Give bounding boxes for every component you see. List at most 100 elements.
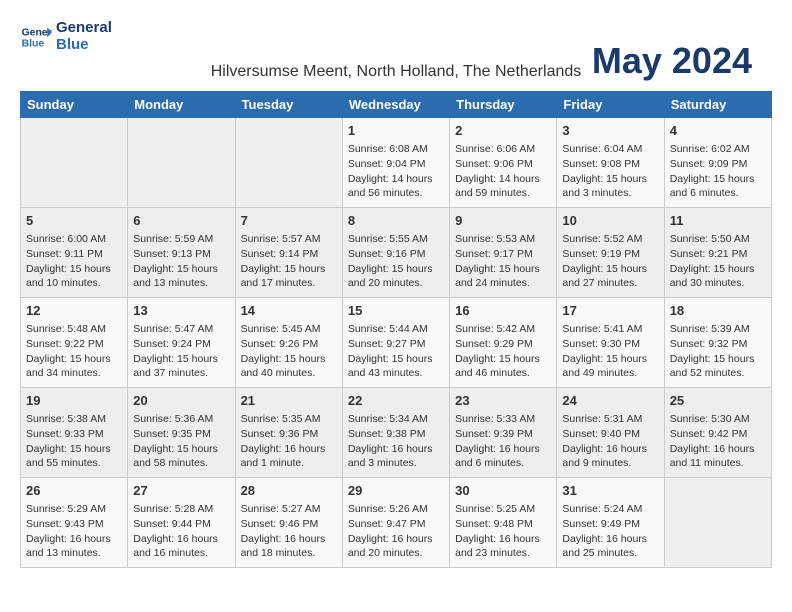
calendar-cell: 11Sunrise: 5:50 AMSunset: 9:21 PMDayligh… (664, 208, 771, 298)
week-row-5: 26Sunrise: 5:29 AMSunset: 9:43 PMDayligh… (21, 478, 772, 568)
cell-content: Sunset: 9:22 PM (26, 337, 122, 352)
cell-content: Sunset: 9:04 PM (348, 157, 444, 172)
calendar-cell: 30Sunrise: 5:25 AMSunset: 9:48 PMDayligh… (450, 478, 557, 568)
calendar-cell: 3Sunrise: 6:04 AMSunset: 9:08 PMDaylight… (557, 118, 664, 208)
day-number: 28 (241, 482, 337, 500)
calendar-cell: 8Sunrise: 5:55 AMSunset: 9:16 PMDaylight… (342, 208, 449, 298)
cell-content: Daylight: 14 hours (348, 172, 444, 187)
day-number: 2 (455, 122, 551, 140)
cell-content: and 55 minutes. (26, 456, 122, 471)
cell-content: Sunrise: 5:26 AM (348, 502, 444, 517)
calendar-cell (664, 478, 771, 568)
cell-content: and 58 minutes. (133, 456, 229, 471)
calendar-cell: 17Sunrise: 5:41 AMSunset: 9:30 PMDayligh… (557, 298, 664, 388)
cell-content: Sunset: 9:35 PM (133, 427, 229, 442)
cell-content: Daylight: 16 hours (241, 532, 337, 547)
cell-content: Daylight: 15 hours (562, 262, 658, 277)
cell-content: and 52 minutes. (670, 366, 766, 381)
day-number: 6 (133, 212, 229, 230)
cell-content: and 43 minutes. (348, 366, 444, 381)
cell-content: Sunrise: 5:47 AM (133, 322, 229, 337)
day-number: 12 (26, 302, 122, 320)
cell-content: Daylight: 16 hours (562, 532, 658, 547)
cell-content: Sunset: 9:14 PM (241, 247, 337, 262)
calendar-cell: 21Sunrise: 5:35 AMSunset: 9:36 PMDayligh… (235, 388, 342, 478)
calendar-cell: 16Sunrise: 5:42 AMSunset: 9:29 PMDayligh… (450, 298, 557, 388)
cell-content: Sunrise: 5:34 AM (348, 412, 444, 427)
cell-content: Sunset: 9:39 PM (455, 427, 551, 442)
day-number: 21 (241, 392, 337, 410)
day-number: 3 (562, 122, 658, 140)
cell-content: Daylight: 15 hours (26, 262, 122, 277)
cell-content: Sunrise: 6:08 AM (348, 142, 444, 157)
cell-content: Sunrise: 5:25 AM (455, 502, 551, 517)
cell-content: Sunset: 9:49 PM (562, 517, 658, 532)
cell-content: and 6 minutes. (670, 186, 766, 201)
day-number: 17 (562, 302, 658, 320)
day-number: 16 (455, 302, 551, 320)
cell-content: Sunset: 9:47 PM (348, 517, 444, 532)
cell-content: Sunrise: 5:29 AM (26, 502, 122, 517)
title-section: May 2024 (592, 40, 752, 82)
calendar-cell: 29 Sunrise: 5:26 AMSunset: 9:47 PMDayligh… (342, 478, 449, 568)
cell-content: Sunrise: 5:30 AM (670, 412, 766, 427)
cell-content: Sunset: 9:09 PM (670, 157, 766, 172)
month-title: May 2024 (592, 40, 752, 82)
cell-content: Sunrise: 5:35 AM (241, 412, 337, 427)
cell-content: and 20 minutes. (348, 546, 444, 561)
day-number: 23 (455, 392, 551, 410)
day-number: 24 (562, 392, 658, 410)
cell-content: and 3 minutes. (562, 186, 658, 201)
cell-content: and 18 minutes. (241, 546, 337, 561)
cell-content: Daylight: 15 hours (455, 352, 551, 367)
calendar-cell: 28Sunrise: 5:27 AMSunset: 9:46 PMDayligh… (235, 478, 342, 568)
cell-content: and 17 minutes. (241, 276, 337, 291)
cell-content: and 6 minutes. (455, 456, 551, 471)
cell-content: Sunrise: 5:52 AM (562, 232, 658, 247)
calendar-cell: 27Sunrise: 5:28 AMSunset: 9:44 PMDayligh… (128, 478, 235, 568)
cell-content: Sunset: 9:40 PM (562, 427, 658, 442)
calendar-cell: 14Sunrise: 5:45 AMSunset: 9:26 PMDayligh… (235, 298, 342, 388)
day-number: 10 (562, 212, 658, 230)
header-thursday: Thursday (450, 92, 557, 118)
cell-content: and 13 minutes. (26, 546, 122, 561)
cell-content: Sunrise: 6:02 AM (670, 142, 766, 157)
cell-content: Sunrise: 6:00 AM (26, 232, 122, 247)
cell-content: and 34 minutes. (26, 366, 122, 381)
cell-content: Daylight: 16 hours (348, 442, 444, 457)
calendar-cell (128, 118, 235, 208)
cell-content: and 30 minutes. (670, 276, 766, 291)
cell-content: and 49 minutes. (562, 366, 658, 381)
header-friday: Friday (557, 92, 664, 118)
cell-content: Sunset: 9:38 PM (348, 427, 444, 442)
cell-content: and 25 minutes. (562, 546, 658, 561)
calendar-cell: 25Sunrise: 5:30 AMSunset: 9:42 PMDayligh… (664, 388, 771, 478)
calendar-cell (235, 118, 342, 208)
cell-content: Daylight: 16 hours (348, 532, 444, 547)
cell-content: Sunrise: 5:24 AM (562, 502, 658, 517)
header-saturday: Saturday (664, 92, 771, 118)
header-row: SundayMondayTuesdayWednesdayThursdayFrid… (21, 92, 772, 118)
cell-content: Daylight: 15 hours (348, 262, 444, 277)
cell-content: and 46 minutes. (455, 366, 551, 381)
header-wednesday: Wednesday (342, 92, 449, 118)
cell-content: Sunset: 9:26 PM (241, 337, 337, 352)
cell-content: Daylight: 16 hours (26, 532, 122, 547)
calendar-cell: 24Sunrise: 5:31 AMSunset: 9:40 PMDayligh… (557, 388, 664, 478)
week-row-3: 12Sunrise: 5:48 AMSunset: 9:22 PMDayligh… (21, 298, 772, 388)
cell-content: Sunset: 9:08 PM (562, 157, 658, 172)
header-sunday: Sunday (21, 92, 128, 118)
day-number: 19 (26, 392, 122, 410)
cell-content: Sunset: 9:32 PM (670, 337, 766, 352)
cell-content: Sunset: 9:30 PM (562, 337, 658, 352)
day-number: 29 (348, 482, 444, 500)
calendar-cell: 31Sunrise: 5:24 AMSunset: 9:49 PMDayligh… (557, 478, 664, 568)
top-section: General Blue General Blue May 2024 (20, 20, 772, 53)
cell-content: and 37 minutes. (133, 366, 229, 381)
cell-content: Sunset: 9:48 PM (455, 517, 551, 532)
calendar-cell: 9Sunrise: 5:53 AMSunset: 9:17 PMDaylight… (450, 208, 557, 298)
cell-content: Sunrise: 5:57 AM (241, 232, 337, 247)
calendar-cell: 26Sunrise: 5:29 AMSunset: 9:43 PMDayligh… (21, 478, 128, 568)
cell-content: Sunset: 9:24 PM (133, 337, 229, 352)
cell-content: Daylight: 15 hours (133, 262, 229, 277)
